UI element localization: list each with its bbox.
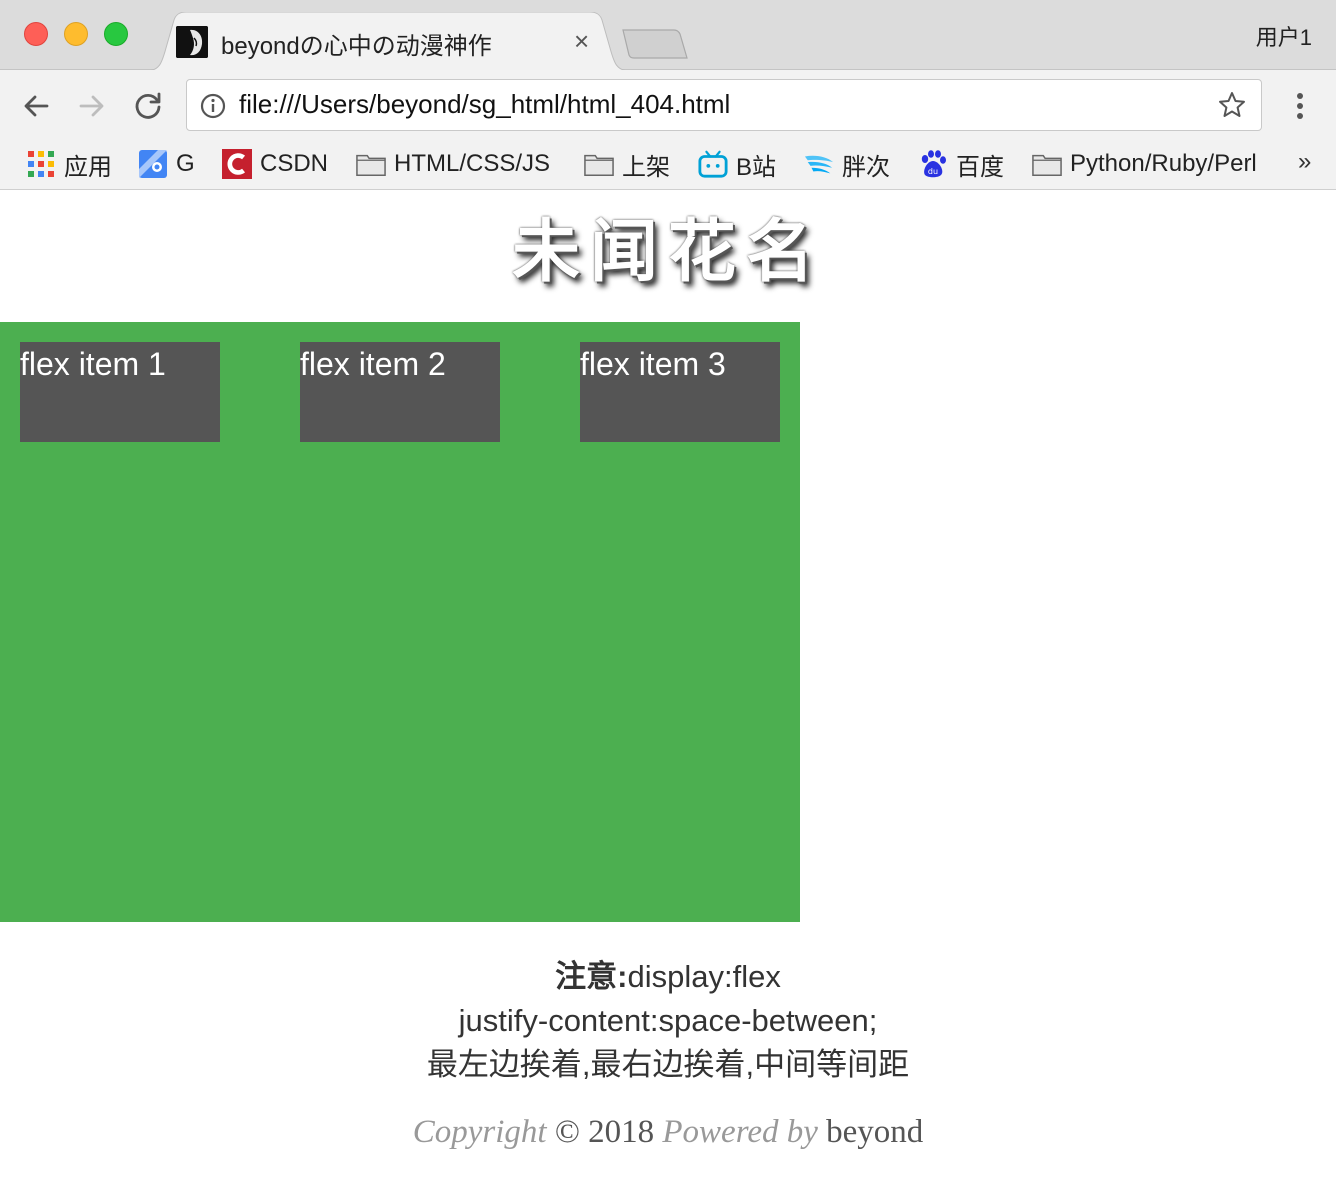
bookmark-label: Python/Ruby/Perl bbox=[1070, 150, 1257, 177]
flex-item: flex item 1 bbox=[20, 342, 220, 442]
minimize-window-button[interactable] bbox=[64, 22, 88, 46]
new-tab-button[interactable] bbox=[620, 28, 690, 67]
bookmark-label: 上架 bbox=[622, 153, 670, 181]
folder-icon bbox=[356, 149, 386, 179]
google-maps-icon bbox=[138, 149, 168, 179]
tab-title: beyondの心中の动漫神作 bbox=[221, 33, 492, 60]
bookmark-label: CSDN bbox=[260, 150, 329, 177]
back-arrow-icon[interactable] bbox=[18, 88, 54, 124]
bookmark-label: B站 bbox=[736, 153, 777, 181]
bookmark-label: HTML/CSS/JS bbox=[394, 150, 551, 177]
note-prefix: 注意: bbox=[555, 959, 628, 994]
forward-arrow-icon[interactable] bbox=[74, 88, 110, 124]
powered-by: Powered by bbox=[662, 1114, 818, 1150]
favicon-icon bbox=[176, 26, 208, 58]
bookmarks-bar: 应用 G CSDN HTML/CSS/JS 上架 B站 胖次 du 百度 Pyt… bbox=[0, 140, 1336, 190]
profile-label[interactable]: 用户1 bbox=[1256, 20, 1312, 52]
csdn-icon bbox=[222, 149, 252, 179]
bookmark-folder-python[interactable]: Python/Ruby/Perl bbox=[1032, 140, 1257, 188]
url-text[interactable]: file:///Users/beyond/sg_html/html_404.ht… bbox=[239, 89, 730, 120]
flex-item: flex item 2 bbox=[300, 342, 500, 442]
baidu-paw-icon: du bbox=[918, 149, 948, 179]
bookmark-baidu[interactable]: du 百度 bbox=[918, 140, 1004, 188]
browser-toolbar: file:///Users/beyond/sg_html/html_404.ht… bbox=[0, 70, 1336, 140]
note-display: display:flex bbox=[627, 959, 781, 994]
flex-item: flex item 3 bbox=[580, 342, 780, 442]
folder-icon bbox=[584, 149, 614, 179]
address-bar[interactable]: file:///Users/beyond/sg_html/html_404.ht… bbox=[186, 79, 1262, 131]
reload-icon[interactable] bbox=[130, 88, 166, 124]
note-block: 注意:display:flex justify-content:space-be… bbox=[0, 955, 1336, 1087]
flex-container: flex item 1 flex item 2 flex item 3 bbox=[0, 322, 800, 922]
apps-grid-icon bbox=[26, 149, 56, 179]
bookmark-star-icon[interactable] bbox=[1217, 90, 1247, 125]
copyright-author[interactable]: beyond bbox=[826, 1114, 923, 1150]
bookmark-folder-html[interactable]: HTML/CSS/JS bbox=[356, 140, 550, 188]
bookmark-label: 应用 bbox=[64, 153, 112, 181]
bookmark-csdn[interactable]: CSDN bbox=[222, 140, 328, 188]
wing-icon bbox=[804, 149, 834, 179]
browser-menu-icon[interactable] bbox=[1286, 90, 1314, 127]
copyright-word: Copyright bbox=[412, 1114, 547, 1150]
copyright-year: 2018 bbox=[588, 1114, 655, 1150]
note-line-1: 注意:display:flex bbox=[0, 955, 1336, 999]
close-window-button[interactable] bbox=[24, 22, 48, 46]
svg-text:du: du bbox=[928, 167, 938, 176]
note-line-3: 最左边挨着,最右边挨着,中间等间距 bbox=[426, 1047, 910, 1082]
site-info-icon[interactable] bbox=[199, 92, 227, 125]
folder-icon bbox=[1032, 149, 1062, 179]
bookmark-label: 百度 bbox=[956, 153, 1004, 181]
bookmark-pangci[interactable]: 胖次 bbox=[804, 140, 890, 188]
copyright-symbol: © bbox=[554, 1114, 580, 1150]
note-line-2: justify-content:space-between; bbox=[458, 1003, 878, 1038]
bookmark-g[interactable]: G bbox=[138, 140, 195, 188]
active-tab[interactable]: beyondの心中の动漫神作 × bbox=[146, 12, 630, 71]
tab-close-icon[interactable]: × bbox=[574, 26, 589, 56]
bilibili-icon bbox=[698, 149, 728, 179]
bookmarks-overflow-icon[interactable]: » bbox=[1298, 148, 1311, 176]
tab-strip: beyondの心中の动漫神作 × 用户1 bbox=[0, 0, 1336, 71]
maximize-window-button[interactable] bbox=[104, 22, 128, 46]
copyright-footer: Copyright © 2018 Powered by beyond bbox=[0, 1114, 1336, 1151]
page-heading: 未闻花名 bbox=[511, 213, 824, 292]
bookmark-folder-shangjia[interactable]: 上架 bbox=[584, 140, 670, 188]
bookmark-label: 胖次 bbox=[842, 153, 890, 181]
bookmark-bilibili[interactable]: B站 bbox=[698, 140, 776, 188]
bookmark-apps[interactable]: 应用 bbox=[26, 140, 112, 188]
bookmark-label: G bbox=[176, 150, 195, 177]
